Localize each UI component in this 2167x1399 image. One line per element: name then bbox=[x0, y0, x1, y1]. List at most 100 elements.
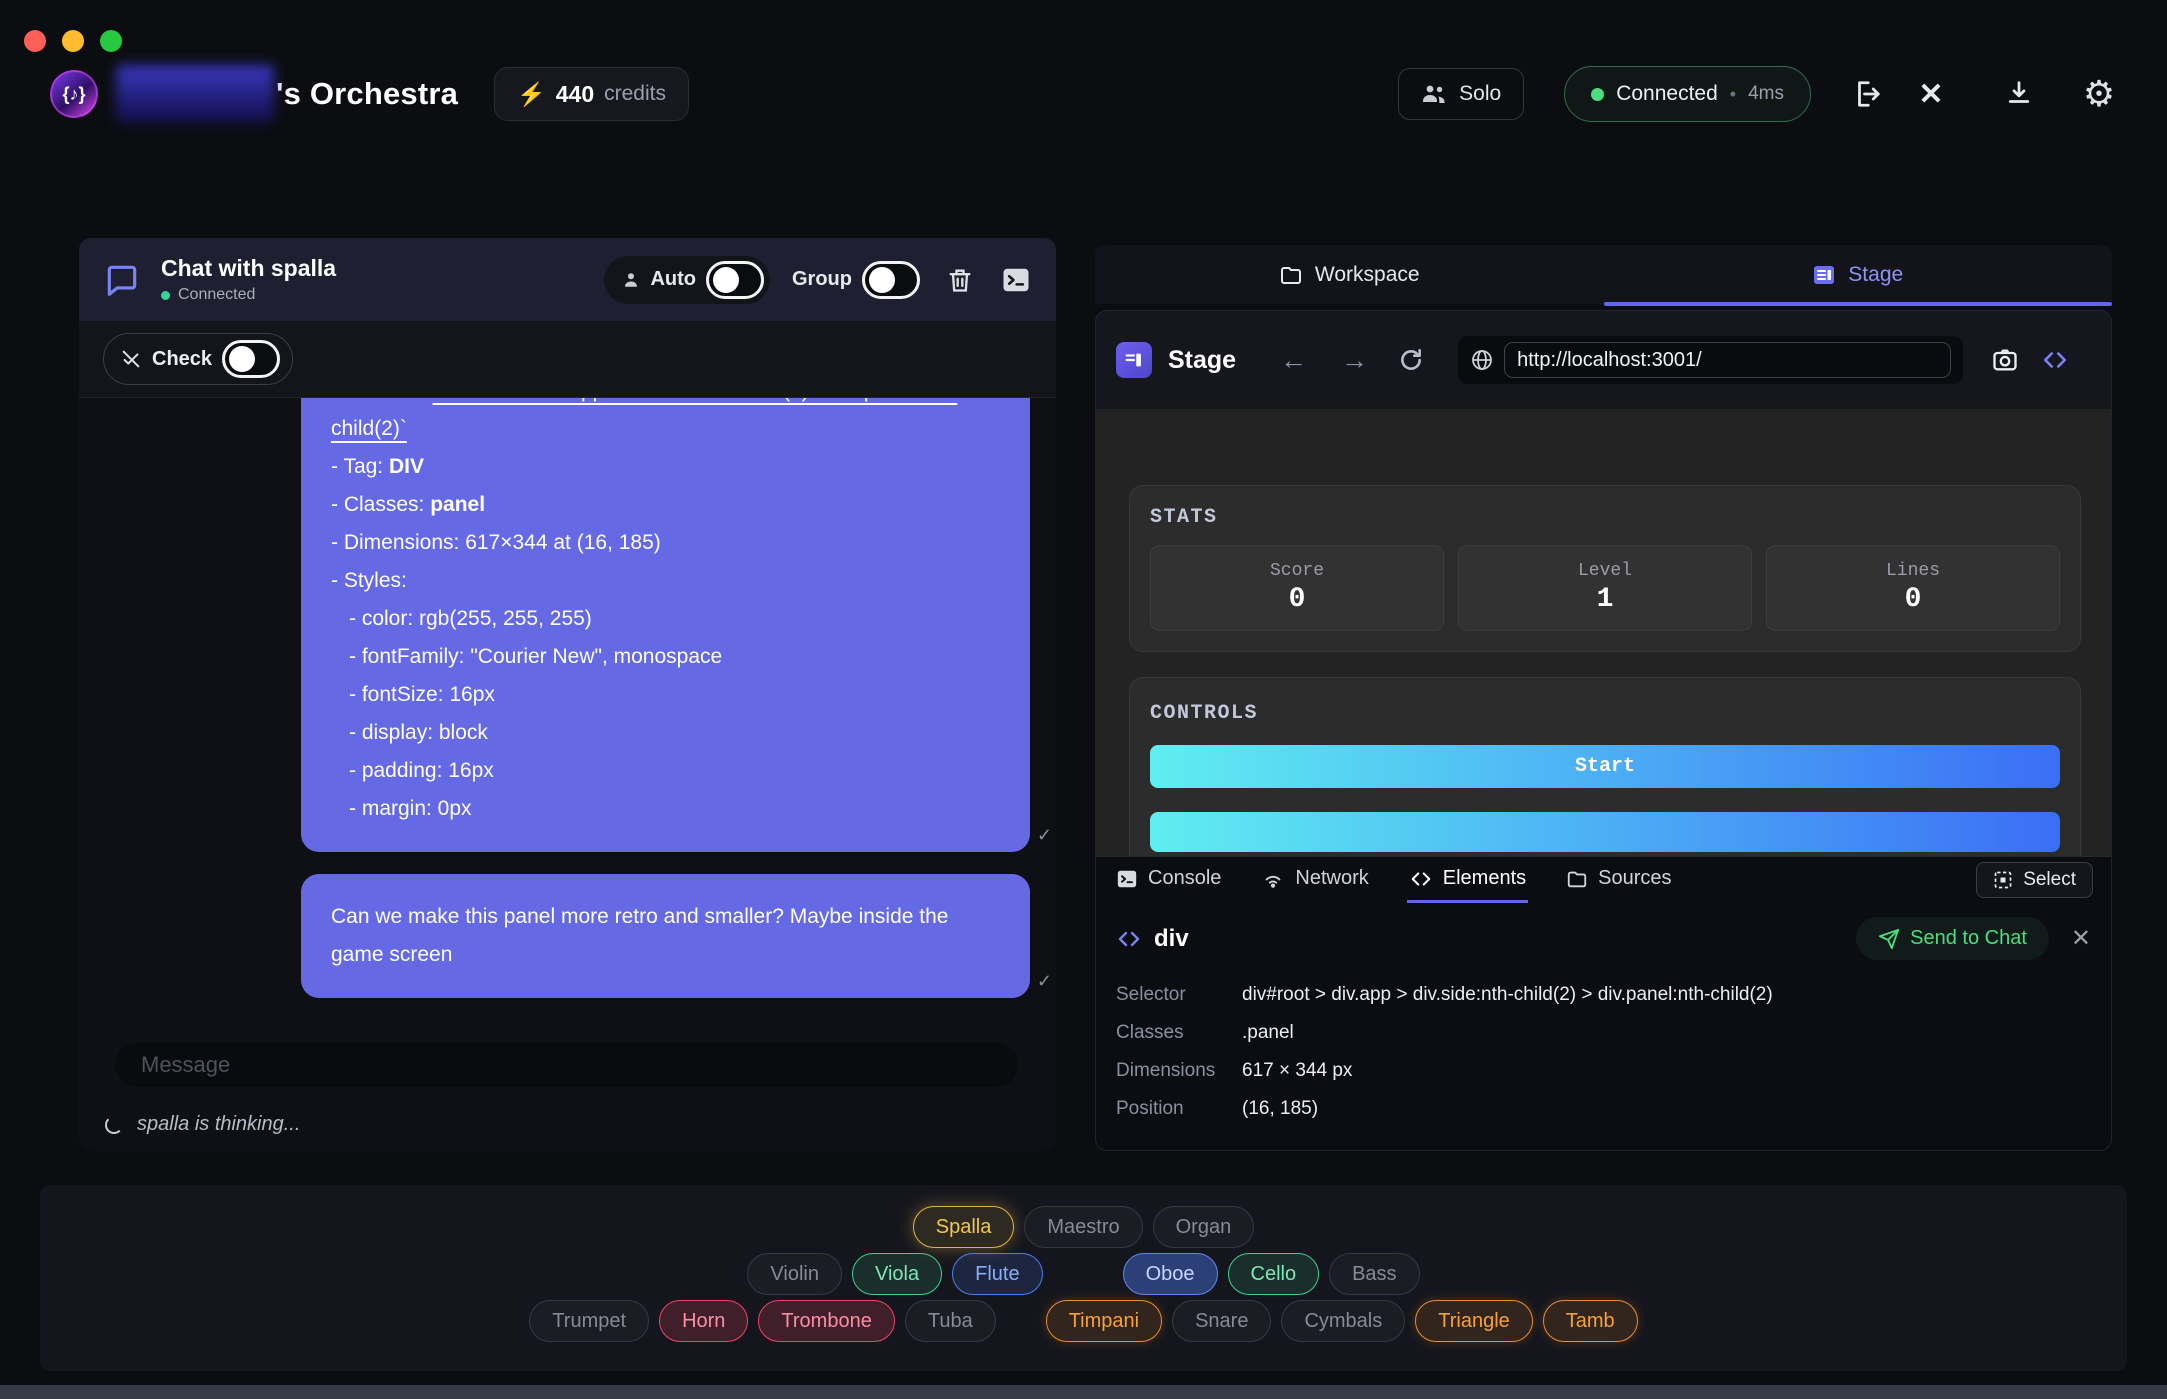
instrument-bass[interactable]: Bass bbox=[1329, 1253, 1419, 1295]
screenshot-button[interactable] bbox=[1991, 346, 2019, 374]
inspector-properties: Selector div#root > div.app > div.side:n… bbox=[1116, 984, 2091, 1136]
app-logo-icon: {♪} bbox=[50, 70, 98, 118]
status-dot bbox=[1591, 88, 1604, 101]
instrument-trombone[interactable]: Trombone bbox=[758, 1300, 894, 1342]
auto-toggle[interactable] bbox=[706, 261, 764, 299]
instrument-organ[interactable]: Organ bbox=[1153, 1206, 1255, 1248]
message-line: - Styles: bbox=[331, 562, 1000, 600]
start-button[interactable]: Start bbox=[1150, 745, 2060, 788]
instrument-tuba[interactable]: Tuba bbox=[905, 1300, 996, 1342]
maximize-window-button[interactable] bbox=[100, 30, 122, 52]
instrument-horn[interactable]: Horn bbox=[659, 1300, 748, 1342]
message-bubble-wrap: Can we make this panel more retro and sm… bbox=[301, 874, 1030, 998]
instrument-violin[interactable]: Violin bbox=[747, 1253, 842, 1295]
elements-icon bbox=[1409, 868, 1433, 890]
orchestra-row-1: Spalla Maestro Organ bbox=[913, 1206, 1254, 1248]
folder-icon bbox=[1279, 263, 1303, 287]
blurred-username bbox=[116, 65, 274, 123]
chat-panel: Chat with spalla Connected Auto Group bbox=[79, 238, 1056, 1151]
tab-workspace-label: Workspace bbox=[1315, 263, 1420, 287]
prop-value: .panel bbox=[1242, 1022, 1294, 1044]
download-icon bbox=[2004, 79, 2034, 109]
close-session-button[interactable]: ✕ bbox=[1899, 68, 1963, 120]
workspace-stage-tabs: Workspace Stage bbox=[1095, 245, 2112, 304]
credits-badge: ⚡ 440 credits bbox=[494, 67, 689, 121]
send-to-chat-label: Send to Chat bbox=[1910, 927, 2027, 950]
people-icon bbox=[1421, 84, 1447, 104]
instrument-cello[interactable]: Cello bbox=[1228, 1253, 1320, 1295]
instrument-viola[interactable]: Viola bbox=[852, 1253, 942, 1295]
check-toggle[interactable] bbox=[222, 340, 280, 378]
view-code-button[interactable] bbox=[2041, 347, 2069, 373]
controls-card: CONTROLS Start bbox=[1129, 677, 2081, 856]
instrument-flute[interactable]: Flute bbox=[952, 1253, 1042, 1295]
close-icon: ✕ bbox=[1918, 77, 1943, 112]
selector-code-link[interactable]: `div#root > div.app > div.side:nth-child… bbox=[331, 398, 957, 440]
solo-button[interactable]: Solo bbox=[1398, 68, 1524, 120]
message-input[interactable] bbox=[115, 1043, 1018, 1087]
stat-box-level: Level 1 bbox=[1458, 545, 1752, 631]
wifi-icon bbox=[1261, 868, 1285, 890]
tab-sources[interactable]: Sources bbox=[1564, 857, 1673, 903]
chat-title: Chat with spalla bbox=[161, 255, 336, 282]
tab-workspace[interactable]: Workspace bbox=[1095, 245, 1604, 304]
prop-label: Classes bbox=[1116, 1022, 1242, 1044]
chat-header: Chat with spalla Connected Auto Group bbox=[79, 238, 1056, 321]
instrument-oboe[interactable]: Oboe bbox=[1123, 1253, 1218, 1295]
close-window-button[interactable] bbox=[24, 30, 46, 52]
clear-chat-button[interactable] bbox=[946, 265, 974, 295]
logout-button[interactable] bbox=[1835, 68, 1899, 120]
open-terminal-button[interactable] bbox=[1000, 265, 1032, 295]
stat-box-score: Score 0 bbox=[1150, 545, 1444, 631]
group-toggle[interactable] bbox=[862, 261, 920, 299]
prop-value: 617 × 344 px bbox=[1242, 1060, 1352, 1082]
connection-pill: Connected • 4ms bbox=[1564, 66, 1811, 122]
send-to-chat-button[interactable]: Send to Chat bbox=[1856, 917, 2049, 960]
tab-console[interactable]: Console bbox=[1114, 857, 1223, 903]
stage-tab-underline bbox=[1604, 302, 2113, 306]
instrument-timpani[interactable]: Timpani bbox=[1046, 1300, 1162, 1342]
connection-status: Connected bbox=[1616, 82, 1718, 106]
select-element-button[interactable]: Select bbox=[1976, 862, 2093, 898]
minimize-window-button[interactable] bbox=[62, 30, 84, 52]
inspector-close-button[interactable]: ✕ bbox=[2071, 924, 2091, 953]
prop-row: Classes .panel bbox=[1116, 1022, 2091, 1060]
refresh-button[interactable] bbox=[1398, 347, 1424, 373]
orchestra-row-3: Trumpet Horn Trombone Tuba Timpani Snare… bbox=[529, 1300, 1637, 1342]
instrument-cymbals[interactable]: Cymbals bbox=[1281, 1300, 1405, 1342]
prop-row: Dimensions 617 × 344 px bbox=[1116, 1060, 2091, 1098]
instrument-maestro[interactable]: Maestro bbox=[1024, 1206, 1142, 1248]
console-icon bbox=[1116, 868, 1138, 890]
check-toggle-group: Check bbox=[103, 333, 293, 385]
forward-button[interactable]: → bbox=[1341, 345, 1368, 376]
back-button[interactable]: ← bbox=[1280, 345, 1307, 376]
download-button[interactable] bbox=[1987, 68, 2051, 120]
code-icon bbox=[1116, 927, 1142, 951]
tab-stage[interactable]: Stage bbox=[1604, 245, 2113, 304]
tab-elements[interactable]: Elements bbox=[1407, 857, 1528, 903]
instrument-spalla[interactable]: Spalla bbox=[913, 1206, 1015, 1248]
instrument-triangle[interactable]: Triangle bbox=[1415, 1300, 1533, 1342]
element-inspector: div Send to Chat ✕ Selector div#root > d… bbox=[1096, 903, 2111, 1136]
stage-viewport[interactable]: STATS Score 0 Level 1 Lines 0 CONTROLS S… bbox=[1096, 409, 2111, 856]
url-bar bbox=[1458, 336, 1963, 384]
instrument-tamb[interactable]: Tamb bbox=[1543, 1300, 1638, 1342]
prop-label: Selector bbox=[1116, 984, 1242, 1006]
connection-separator: • bbox=[1730, 84, 1736, 105]
tab-network[interactable]: Network bbox=[1259, 857, 1370, 903]
url-input[interactable] bbox=[1504, 342, 1951, 378]
instrument-snare[interactable]: Snare bbox=[1172, 1300, 1271, 1342]
stage-panel: Stage ← → bbox=[1095, 310, 2112, 1151]
settings-button[interactable]: ⚙ bbox=[2067, 68, 2131, 120]
check-label: Check bbox=[152, 348, 212, 371]
message-line: Can we make this panel more retro and sm… bbox=[331, 898, 1000, 974]
messages-area[interactable]: - Selector: `div#root > div.app > div.si… bbox=[79, 398, 1056, 1020]
message-line: - fontSize: 16px bbox=[331, 676, 1000, 714]
send-icon bbox=[1878, 928, 1900, 950]
message-delivered-check: ✓ bbox=[1037, 971, 1052, 992]
code-icon bbox=[2041, 347, 2069, 373]
secondary-control-button[interactable] bbox=[1150, 812, 2060, 852]
thinking-row: spalla is thinking... bbox=[105, 1113, 1056, 1136]
message-bubble: - Selector: `div#root > div.app > div.si… bbox=[301, 398, 1030, 852]
instrument-trumpet[interactable]: Trumpet bbox=[529, 1300, 649, 1342]
